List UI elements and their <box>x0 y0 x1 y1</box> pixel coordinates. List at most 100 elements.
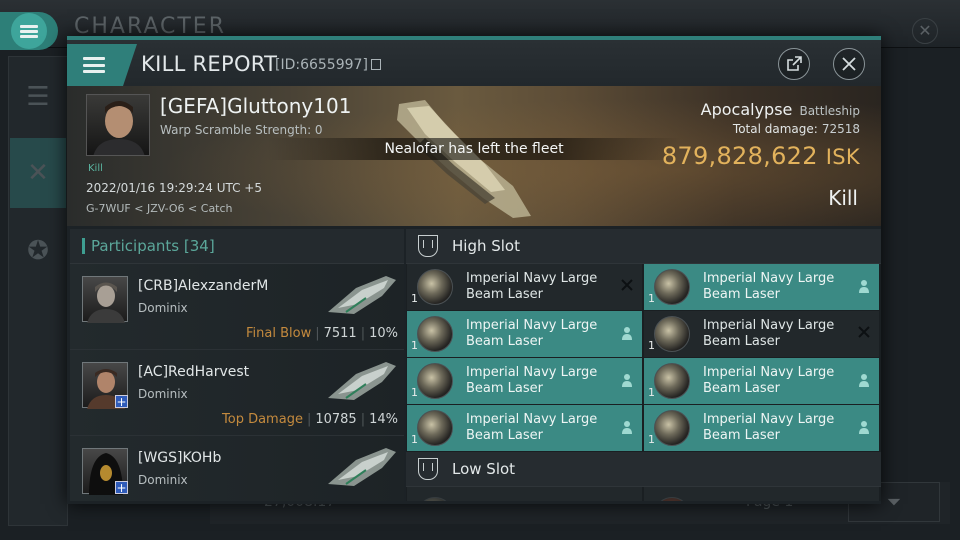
avatar: + <box>82 362 128 409</box>
participant-ship: Dominix <box>138 301 188 315</box>
module-slot[interactable] <box>644 487 879 501</box>
beam-laser-icon <box>417 410 453 446</box>
fleet-notice: Nealofar has left the fleet <box>267 138 681 160</box>
kill-location: G-7WUF < JZV-O6 < Catch <box>86 202 233 215</box>
hamburger-icon <box>83 57 105 73</box>
isk-value: 879,828,622 ISK <box>661 142 860 170</box>
module-slot[interactable]: 1 Imperial Navy Large Beam Laser <box>407 311 642 357</box>
module-name: Imperial Navy Large Beam Laser <box>466 365 598 396</box>
victim-name[interactable]: [GEFA]Gluttony101 <box>160 94 351 118</box>
share-button[interactable] <box>778 48 810 80</box>
module-name: Imperial Navy Large Beam Laser <box>466 412 598 443</box>
module-name: Imperial Navy Large Beam Laser <box>466 271 598 302</box>
participant-name: [AC]RedHarvest <box>138 364 250 380</box>
x-mark-icon <box>621 279 633 295</box>
participant-row[interactable]: + [WGS]KOHb Dominix <box>70 436 404 501</box>
beam-laser-icon <box>654 316 690 352</box>
participant-name: [CRB]AlexzanderM <box>138 278 269 294</box>
background-list-icon[interactable]: ☰ <box>10 62 66 132</box>
modal-header: KILL REPORT [ID:6655997] <box>67 40 881 86</box>
participant-ship: Dominix <box>138 387 188 401</box>
module-quantity: 1 <box>411 433 418 446</box>
module-quantity: 1 <box>411 386 418 399</box>
kill-datetime: 2022/01/16 19:29:24 UTC +5 <box>86 181 262 195</box>
high-slot-header: High Slot <box>406 229 881 264</box>
person-icon <box>858 373 870 391</box>
ship-icon <box>328 362 396 400</box>
participants-panel: Participants [34] [CRB]AlexzanderM Domin… <box>70 229 404 501</box>
participant-row[interactable]: [CRB]AlexzanderM Dominix Final Blow | 7511… <box>70 264 404 350</box>
participants-header[interactable]: Participants [34] <box>70 229 404 264</box>
participant-stats: Top Damage | 10785 | 14% <box>222 412 398 427</box>
victim-banner: [GEFA]Gluttony101 Warp Scramble Strength… <box>67 86 881 226</box>
module-slot[interactable] <box>407 487 642 501</box>
background-swords-icon[interactable]: ✕ <box>10 138 66 208</box>
module-slot[interactable]: 1 Imperial Navy Large Beam Laser <box>644 358 879 404</box>
report-id[interactable]: [ID:6655997] <box>275 57 381 73</box>
participant-ship: Dominix <box>138 473 188 487</box>
victim-portrait[interactable] <box>86 94 150 156</box>
module-slot[interactable]: 1 Imperial Navy Large Beam Laser <box>407 264 642 310</box>
fitting-panel: High Slot 1 Imperial Navy Large Beam Lase… <box>406 229 881 501</box>
participant-stats: Final Blow | 7511 | 10% <box>246 326 398 341</box>
close-button[interactable] <box>833 48 865 80</box>
person-icon <box>858 420 870 438</box>
background-close-icon[interactable]: ✕ <box>912 18 938 44</box>
victim-avatar <box>93 101 145 155</box>
beam-laser-icon <box>417 363 453 399</box>
avatar: + <box>82 448 128 495</box>
victim-ship: Apocalypse Battleship <box>700 100 860 119</box>
alliance-plus-icon: + <box>115 395 128 409</box>
person-icon <box>621 373 633 391</box>
kill-tag: Kill <box>88 163 103 174</box>
module-quantity: 1 <box>411 339 418 352</box>
low-slot-grid <box>406 487 881 501</box>
module-icon <box>654 497 690 501</box>
ship-icon <box>328 276 396 314</box>
external-link-icon <box>787 56 802 71</box>
shield-slot-icon <box>418 458 438 480</box>
alliance-plus-icon: + <box>115 481 128 495</box>
participant-row[interactable]: + [AC]RedHarvest Dominix Top Damage | 1078… <box>70 350 404 436</box>
module-quantity: 1 <box>648 433 655 446</box>
background-hamburger-icon <box>11 13 47 49</box>
participant-name: [WGS]KOHb <box>138 450 222 466</box>
module-name: Imperial Navy Large Beam Laser <box>703 412 835 443</box>
warp-scramble-strength: Warp Scramble Strength: 0 <box>160 123 323 137</box>
beam-laser-icon <box>654 363 690 399</box>
person-icon <box>621 420 633 438</box>
total-damage: Total damage: 72518 <box>732 122 860 136</box>
beam-laser-icon <box>417 269 453 305</box>
person-icon <box>858 279 870 297</box>
module-icon <box>417 497 453 501</box>
close-icon <box>842 57 856 71</box>
module-name: Imperial Navy Large Beam Laser <box>703 318 835 349</box>
shield-slot-icon <box>418 235 438 257</box>
page-title: KILL REPORT <box>141 52 278 76</box>
module-quantity: 1 <box>648 386 655 399</box>
kill-result: Kill <box>828 186 858 210</box>
module-name: Imperial Navy Large Beam Laser <box>703 365 835 396</box>
module-name: Imperial Navy Large Beam Laser <box>703 271 835 302</box>
module-quantity: 1 <box>411 292 418 305</box>
module-slot[interactable]: 1 Imperial Navy Large Beam Laser <box>644 405 879 451</box>
low-slot-header: Low Slot <box>406 452 881 487</box>
person-icon <box>621 326 633 344</box>
module-slot[interactable]: 1 Imperial Navy Large Beam Laser <box>407 358 642 404</box>
kill-report-modal: KILL REPORT [ID:6655997] [GEFA]Gluttony1… <box>67 36 881 504</box>
module-name: Imperial Navy Large Beam Laser <box>466 318 598 349</box>
module-quantity: 1 <box>648 292 655 305</box>
background-menu-button[interactable] <box>0 12 58 50</box>
beam-laser-icon <box>654 269 690 305</box>
module-slot[interactable]: 1 Imperial Navy Large Beam Laser <box>644 311 879 357</box>
menu-button[interactable] <box>67 44 137 86</box>
module-slot[interactable]: 1 Imperial Navy Large Beam Laser <box>407 405 642 451</box>
x-mark-icon <box>858 326 870 342</box>
background-star-icon[interactable]: ✪ <box>10 216 66 286</box>
high-slot-grid: 1 Imperial Navy Large Beam Laser 1 Imperial… <box>406 264 881 451</box>
beam-laser-icon <box>417 316 453 352</box>
copy-icon[interactable] <box>370 59 381 70</box>
avatar <box>82 276 128 323</box>
ship-icon <box>328 448 396 486</box>
module-slot[interactable]: 1 Imperial Navy Large Beam Laser <box>644 264 879 310</box>
